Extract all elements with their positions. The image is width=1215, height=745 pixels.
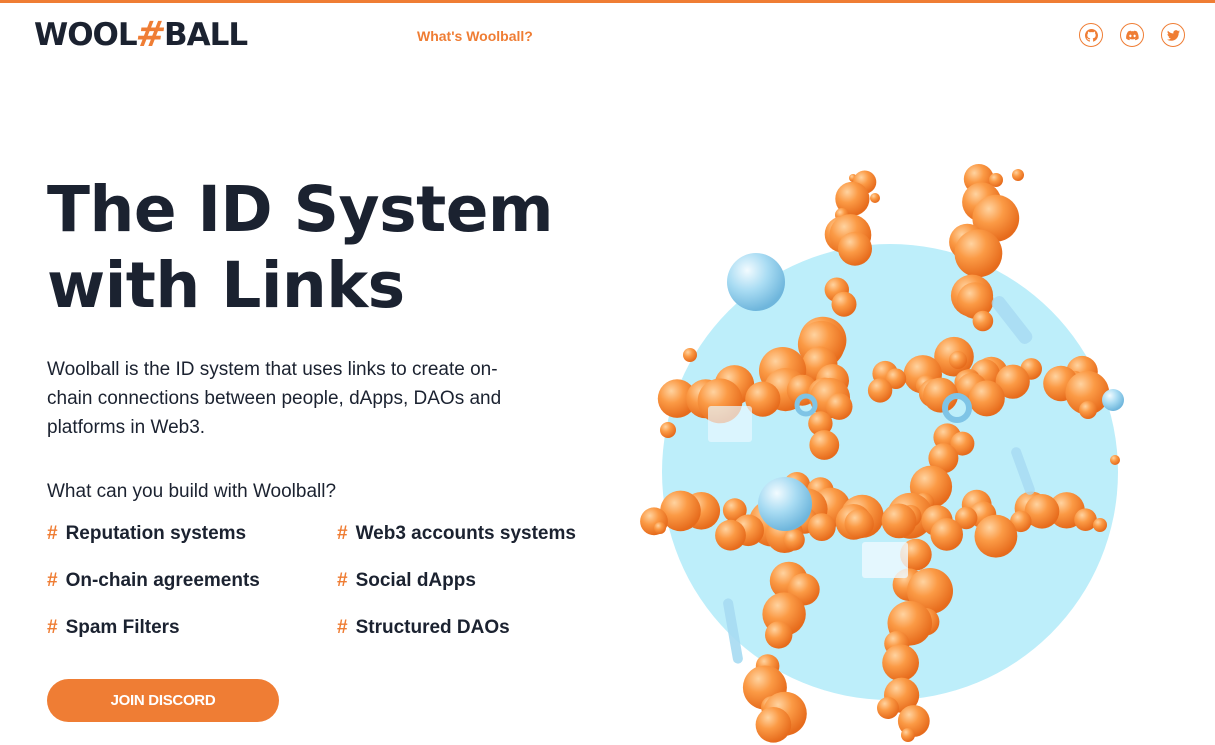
feature-item: # On-chain agreements [47,569,337,593]
logo-text-wool: WOOL [34,17,138,53]
hash-marker-icon: # [47,523,58,544]
orange-sphere [930,518,963,551]
orange-sphere [755,707,792,743]
hashtag-illustration [640,164,1124,743]
feature-item: # Spam Filters [47,616,337,640]
orange-sphere [1079,401,1097,419]
feature-label: Reputation systems [65,523,247,544]
orange-sphere [1093,518,1107,532]
twitter-icon [1166,29,1180,41]
orange-sphere [882,644,919,682]
orange-sphere [831,291,857,317]
hash-marker-icon: # [47,570,58,591]
orange-sphere [844,509,874,539]
feature-label: On-chain agreements [65,570,260,591]
orange-sphere [1012,169,1024,181]
orange-sphere [660,422,676,438]
orange-sphere [867,378,893,403]
feature-label: Structured DAOs [355,617,510,638]
orange-sphere [783,529,805,551]
orange-sphere [715,519,746,551]
hash-marker-icon: # [337,570,348,591]
orange-sphere [838,231,872,266]
hash-marker-icon: # [337,523,348,544]
orange-sphere [683,348,697,362]
hero-title-line-1: The ID System [47,173,554,246]
orange-sphere [809,430,840,460]
feature-label: Spam Filters [65,617,180,638]
nav-whats-woolball-link[interactable]: What's Woolball? [417,27,533,45]
orange-sphere [972,310,994,332]
orange-sphere [807,513,836,541]
logo-text-ball: BALL [163,17,248,53]
top-accent-bar [0,0,1215,3]
orange-sphere [954,229,1003,278]
hash-marker-icon: # [337,617,348,638]
orange-sphere [901,728,915,742]
orange-sphere [949,351,967,369]
discord-link[interactable] [1120,23,1144,47]
github-link[interactable] [1079,23,1103,47]
build-question: What can you build with Woolball? [47,481,337,502]
orange-sphere [877,697,899,719]
join-discord-button[interactable]: JOIN DISCORD [47,679,279,722]
hero-title-line-2: with Links [47,249,405,322]
orange-sphere [654,522,666,534]
hero-title: The ID System with Links [47,172,627,324]
orange-sphere [974,514,1018,558]
orange-sphere [870,193,880,203]
orange-sphere [1110,455,1120,465]
feature-item: # Web3 accounts systems [337,522,627,546]
feature-item: # Social dApps [337,569,627,593]
orange-sphere [881,503,917,539]
feature-item: # Structured DAOs [337,616,627,640]
hero-description: Woolball is the ID system that uses link… [47,359,502,438]
github-icon [1084,28,1098,42]
feature-label: Social dApps [355,570,476,591]
social-links [1079,23,1185,47]
orange-sphere [765,621,793,649]
orange-sphere [1074,508,1097,531]
hash-marker-icon: # [47,617,58,638]
feature-item: # Reputation systems [47,522,337,546]
logo-hash: # [132,15,168,55]
discord-icon [1125,30,1139,40]
woolball-logo[interactable]: WOOL # BALL [34,15,248,55]
orange-sphere [968,380,1005,417]
twitter-link[interactable] [1161,23,1185,47]
feature-label: Web3 accounts systems [355,523,576,544]
features-list: # Reputation systems # Web3 accounts syste… [47,522,627,640]
